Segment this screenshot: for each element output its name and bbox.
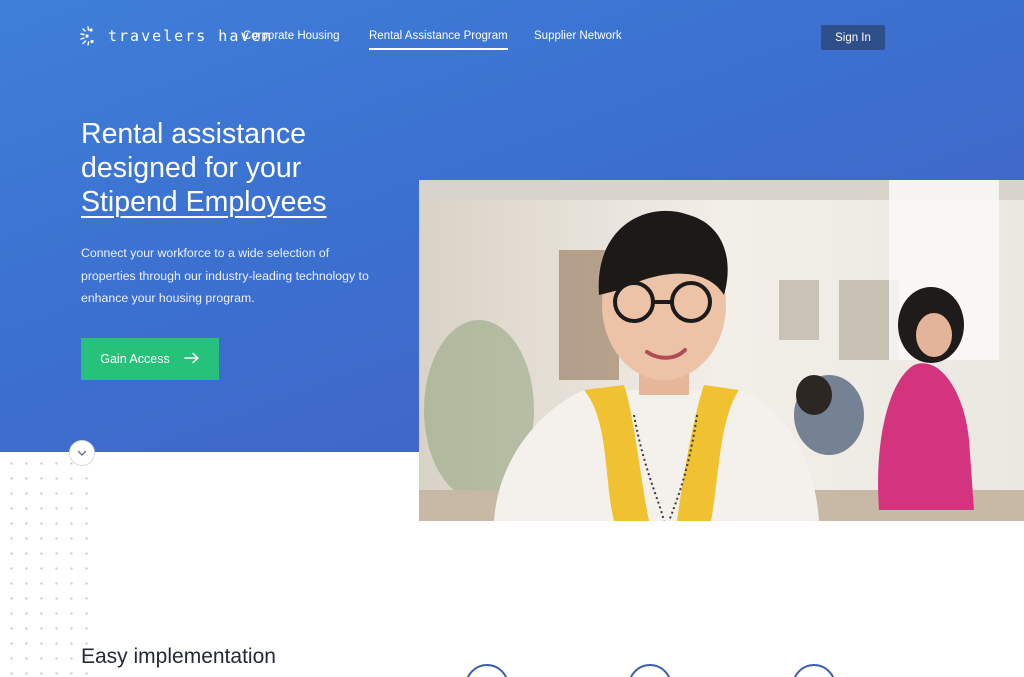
gain-access-label: Gain Access [100, 352, 170, 366]
section-title: Easy implementation [81, 645, 276, 668]
gain-access-button[interactable]: Gain Access [81, 338, 219, 380]
headline-line-1: Rental assistance [81, 118, 306, 150]
feature-icon-circle [792, 664, 836, 677]
headline-line-2: designed for your [81, 152, 302, 184]
nav-supplier-network[interactable]: Supplier Network [534, 30, 622, 42]
arrow-right-icon [183, 352, 200, 367]
chevron-down-icon [77, 444, 87, 462]
hero-photo [419, 180, 1024, 521]
feature-icon-circle [465, 664, 509, 677]
dot-pattern [0, 452, 90, 677]
hero-description: Connect your workforce to a wide selecti… [81, 246, 369, 305]
nav-corporate-housing[interactable]: Corporate Housing [243, 30, 340, 42]
feature-icon-circle [628, 664, 672, 677]
scroll-down-button[interactable] [69, 440, 95, 466]
nav-rental-assistance-program[interactable]: Rental Assistance Program [369, 30, 508, 50]
hero-headline: Rental assistance designed for your Stip… [81, 117, 411, 219]
burst-logo-icon [80, 26, 100, 46]
sign-in-button[interactable]: Sign In [821, 25, 885, 50]
headline-highlight: Stipend Employees [81, 186, 327, 218]
